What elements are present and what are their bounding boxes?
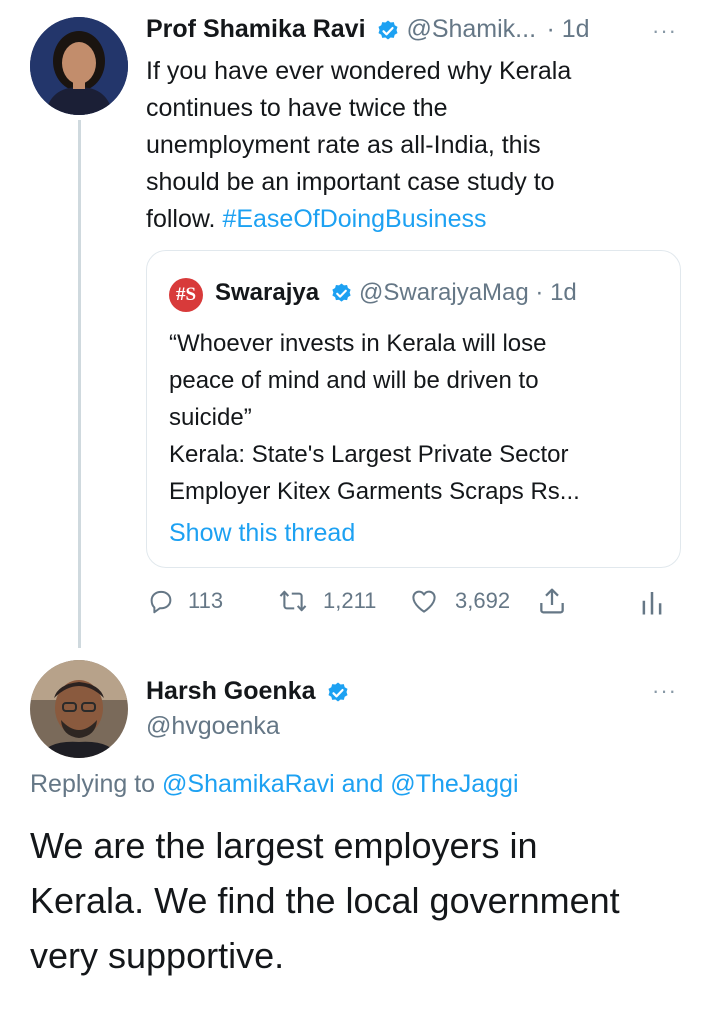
tweet-text-line: unemployment rate as all-India, this bbox=[146, 131, 541, 159]
like-count: 3,692 bbox=[455, 588, 511, 613]
hashtag-link[interactable]: #EaseOfDoingBusiness bbox=[222, 205, 486, 233]
reply-icon bbox=[150, 590, 172, 614]
avatar-harsh[interactable] bbox=[30, 660, 128, 758]
show-thread-link[interactable]: Show this thread bbox=[169, 519, 355, 548]
verified-badge-icon bbox=[378, 20, 398, 40]
quoted-text-line: peace of mind and will be driven to bbox=[169, 367, 539, 394]
more-options-icon[interactable]: ··· bbox=[652, 18, 677, 44]
quoted-tweet-card[interactable]: #S Swarajya @SwarajyaMag · 1d “Whoever i… bbox=[146, 250, 681, 568]
tweet-text-line: should be an important case study to bbox=[146, 168, 555, 196]
quoted-text-line: “Whoever invests in Kerala will lose bbox=[169, 330, 547, 357]
mention-link-thejaggi[interactable]: @TheJaggi bbox=[390, 770, 518, 798]
retweet-count: 1,211 bbox=[323, 588, 377, 613]
tweet-text-line: very supportive. bbox=[30, 935, 285, 976]
quoted-handle-time: @SwarajyaMag · 1d bbox=[358, 279, 577, 306]
retweet-icon bbox=[279, 590, 307, 612]
display-name[interactable]: Harsh Goenka bbox=[146, 677, 316, 705]
analytics-icon bbox=[642, 592, 662, 615]
tweet-text-prefix: follow. bbox=[146, 205, 223, 233]
tweet-text-line: follow. #EaseOfDoingBusiness bbox=[146, 201, 686, 238]
quoted-text-line: Employer Kitex Garments Scraps Rs... bbox=[169, 478, 580, 505]
tweet-text-line: If you have ever wondered why Kerala bbox=[146, 57, 572, 85]
swarajya-logo: #S bbox=[169, 278, 203, 312]
handle[interactable]: @hvgoenka bbox=[146, 712, 280, 741]
tweet-text-line: Kerala. We find the local government bbox=[30, 880, 620, 921]
quoted-text-line: suicide” bbox=[169, 404, 252, 431]
share-icon bbox=[540, 588, 564, 614]
like-button[interactable]: 3,692 bbox=[409, 586, 510, 616]
avatar-harsh-image bbox=[30, 660, 128, 758]
handle[interactable]: @Shamik... bbox=[406, 15, 536, 43]
verified-badge-icon bbox=[331, 283, 351, 302]
tweet-text-line: We are the largest employers in bbox=[30, 825, 538, 866]
quoted-display-name: Swarajya bbox=[215, 279, 320, 306]
reply-count: 113 bbox=[188, 588, 224, 613]
tweet-text: If you have ever wondered why Kerala con… bbox=[146, 53, 686, 238]
share-button[interactable] bbox=[536, 585, 568, 622]
tweet-text-line: continues to have twice the bbox=[146, 94, 448, 122]
thread-connector-line bbox=[78, 120, 81, 648]
verified-badge-icon bbox=[328, 682, 348, 702]
display-name[interactable]: Prof Shamika Ravi bbox=[146, 15, 366, 43]
retweet-button[interactable]: 1,211 bbox=[277, 586, 376, 616]
quoted-text-line: Kerala: State's Largest Private Sector bbox=[169, 441, 569, 468]
replying-and: and bbox=[334, 770, 391, 798]
more-options-icon[interactable]: ··· bbox=[652, 678, 677, 704]
mention-link-shamika[interactable]: @ShamikaRavi bbox=[162, 770, 335, 798]
timestamp[interactable]: · 1d bbox=[546, 15, 589, 43]
avatar-shamika-image bbox=[30, 17, 128, 115]
tweet-text: We are the largest employers in Kerala. … bbox=[30, 818, 700, 983]
replying-to-label: Replying to bbox=[30, 770, 163, 798]
quoted-tweet-text: “Whoever invests in Kerala will lose pea… bbox=[169, 325, 674, 510]
heart-icon bbox=[412, 590, 436, 613]
analytics-button[interactable] bbox=[639, 587, 665, 622]
reply-button[interactable]: 113 bbox=[146, 586, 223, 616]
avatar-shamika[interactable] bbox=[30, 17, 128, 115]
replying-to: Replying to @ShamikaRavi and @TheJaggi bbox=[30, 770, 519, 799]
